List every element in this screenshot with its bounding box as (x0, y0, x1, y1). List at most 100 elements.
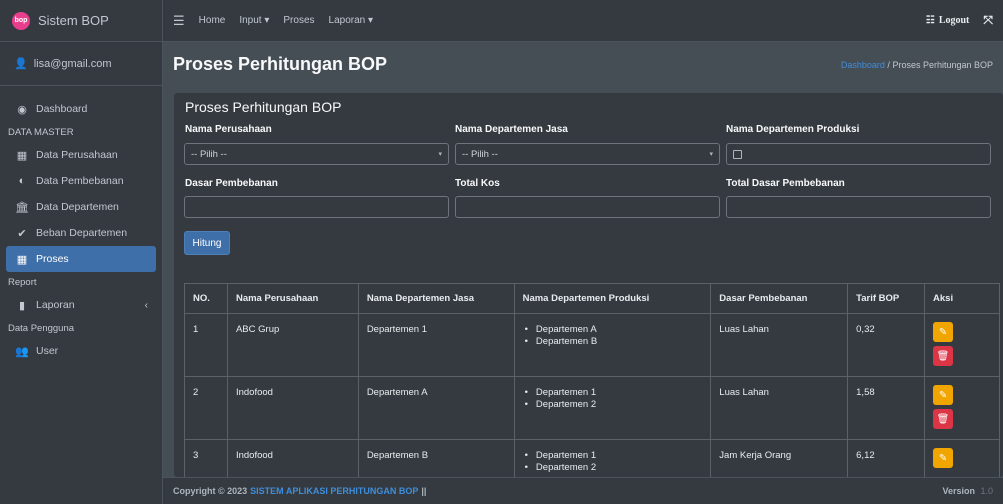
input-total-dasar[interactable] (726, 196, 991, 218)
sidebar-item-label: Beban Departemen (36, 227, 128, 239)
copyright-text: Copyright © 2023 (173, 486, 248, 496)
cell-no: 1 (184, 313, 228, 377)
cell-dasar: Luas Lahan (710, 376, 849, 440)
checkbox[interactable] (733, 149, 742, 159)
edit-button[interactable]: ✎ (933, 448, 954, 468)
logout-icon: ☷ (925, 15, 935, 26)
topbar-right: ☷ Logout ⤧ (926, 13, 993, 28)
topnav-home[interactable]: Home (199, 15, 226, 26)
menu-toggle-icon[interactable]: ☰ (173, 13, 185, 29)
col-header: Tarif BOP (847, 283, 926, 314)
sidebar-item-data-pembebanan[interactable]: ◐ Data Pembebanan (0, 168, 162, 194)
book-icon: ▮ (18, 299, 26, 312)
sidebar-item-dashboard[interactable]: ◉ Dashboard (0, 96, 162, 122)
sidebar-item-label: Data Departemen (36, 201, 119, 213)
sidebar-nav: ◉ Dashboard DATA MASTER ▦ Data Perusahaa… (0, 86, 162, 364)
sidebar-item-beban-departemen[interactable]: ✔ Beban Departemen (0, 220, 162, 246)
cell-dasar: Jam Kerja Orang (710, 439, 849, 477)
hitung-button[interactable]: Hitung (184, 231, 230, 255)
delete-button[interactable]: 🗑 (933, 409, 954, 429)
topnav-laporan[interactable]: Laporan ▾ (329, 15, 374, 26)
select-value: -- Pilih -- (191, 148, 227, 160)
produksi-list: Departemen 1 Departemen 2 (523, 387, 703, 411)
dept-produksi-field[interactable] (726, 143, 991, 165)
table-row: 1 ABC Grup Departemen 1 Departemen A Dep… (184, 313, 1000, 377)
select-dept-jasa[interactable]: -- Pilih -- ▾ (455, 143, 720, 165)
list-item: Departemen 1 (523, 450, 703, 462)
label-nama-perusahaan: Nama Perusahaan (185, 124, 272, 135)
edit-button[interactable]: ✎ (933, 322, 954, 342)
list-item: Departemen B (523, 336, 703, 348)
cell-aksi: ✎ (924, 439, 1000, 477)
col-header: Nama Departemen Jasa (357, 283, 515, 314)
breadcrumb-current: Proses Perhitungan BOP (892, 59, 993, 70)
breadcrumb: Dashboard / Proses Perhitungan BOP (841, 60, 993, 70)
col-header: Nama Departemen Produksi (513, 283, 712, 314)
topnav-input[interactable]: Input ▾ (239, 15, 269, 26)
nav-header-pengguna: Data Pengguna (8, 322, 75, 334)
col-header: NO. (184, 283, 228, 314)
cell-dept-jasa: Departemen B (357, 439, 515, 477)
sidebar-item-label: Data Pembebanan (36, 175, 124, 187)
nav-header-report: Report (8, 276, 37, 288)
select-nama-perusahaan[interactable]: -- Pilih -- ▾ (184, 143, 449, 165)
cell-perusahaan: ABC Grup (226, 313, 359, 377)
table-row: 3 Indofood Departemen B Departemen 1 Dep… (184, 439, 1000, 477)
palette-icon: ◉ (17, 103, 27, 116)
delete-button[interactable]: 🗑 (933, 346, 954, 366)
topnav-proses[interactable]: Proses (283, 15, 314, 26)
cell-tarif: 1,58 (847, 376, 926, 440)
list-item: Departemen 2 (523, 462, 703, 474)
edit-button[interactable]: ✎ (933, 385, 954, 405)
trash-icon: 🗑 (936, 350, 950, 362)
version-number: 1.0 (980, 486, 993, 496)
check-icon: ✔ (17, 227, 27, 240)
col-header: Aksi (924, 283, 1000, 314)
label-dept-produksi: Nama Departemen Produksi (726, 124, 860, 135)
list-item: Departemen A (523, 324, 703, 336)
sidebar-item-laporan[interactable]: ▮ Laporan ‹ (0, 292, 162, 318)
edit-icon: ✎ (938, 326, 948, 338)
sidebar: bop Sistem BOP 👤 lisa@gmail.com ◉ Dashbo… (0, 0, 163, 504)
cell-dasar: Luas Lahan (710, 313, 849, 377)
cell-tarif: 0,32 (847, 313, 926, 377)
brand-logo: bop (12, 11, 30, 30)
sidebar-item-user[interactable]: 👥 User (0, 338, 162, 364)
adjust-icon: ◐ (18, 175, 26, 187)
content-header: Proses Perhitungan BOP Dashboard / Prose… (163, 42, 1003, 87)
edit-icon: ✎ (938, 389, 948, 401)
logout-button[interactable]: Logout (939, 15, 970, 26)
brand-text: Sistem BOP (38, 13, 109, 28)
chevron-down-icon: ▾ (438, 151, 442, 158)
sidebar-item-data-departemen[interactable]: 🏛 Data Departemen (0, 194, 162, 220)
input-total-kos[interactable] (455, 196, 720, 218)
cell-perusahaan: Indofood (226, 439, 359, 477)
footer-app-link[interactable]: SISTEM APLIKASI PERHITUNGAN BOP (250, 486, 418, 496)
label-dasar-pembebanan: Dasar Pembebanan (185, 178, 278, 189)
footer: Copyright © 2023 SISTEM APLIKASI PERHITU… (163, 477, 1003, 504)
col-header: Nama Perusahaan (226, 283, 359, 314)
sidebar-item-data-perusahaan[interactable]: ▦ Data Perusahaan (0, 142, 162, 168)
nav-header-master: DATA MASTER (8, 126, 74, 138)
sidebar-item-proses[interactable]: ▦ Proses (6, 246, 156, 272)
cell-dept-produksi: Departemen 1 Departemen 2 (513, 376, 712, 440)
user-email: lisa@gmail.com (33, 57, 112, 70)
landmark-icon: 🏛 (15, 201, 29, 214)
col-header: Dasar Pembebanan (710, 283, 849, 314)
breadcrumb-dashboard-link[interactable]: Dashboard (841, 60, 885, 70)
sidebar-item-label: User (36, 345, 59, 357)
trash-icon: 🗑 (936, 413, 950, 425)
user-panel[interactable]: 👤 lisa@gmail.com (0, 42, 162, 86)
brand-link[interactable]: bop Sistem BOP (0, 0, 162, 42)
sidebar-item-label: Dashboard (36, 103, 88, 115)
label-dept-jasa: Nama Departemen Jasa (455, 124, 568, 135)
cell-no: 2 (184, 376, 228, 440)
table-header-row: NO. Nama Perusahaan Nama Departemen Jasa… (184, 283, 1000, 314)
list-item: Departemen 1 (523, 387, 703, 399)
edit-icon: ✎ (938, 452, 948, 464)
version-info: Version 1.0 (942, 486, 993, 496)
sidebar-item-label: Data Perusahaan (36, 149, 118, 161)
produksi-list: Departemen 1 Departemen 2 (523, 450, 703, 474)
input-dasar-pembebanan[interactable] (184, 196, 449, 218)
fullscreen-icon[interactable]: ⤧ (983, 13, 993, 28)
